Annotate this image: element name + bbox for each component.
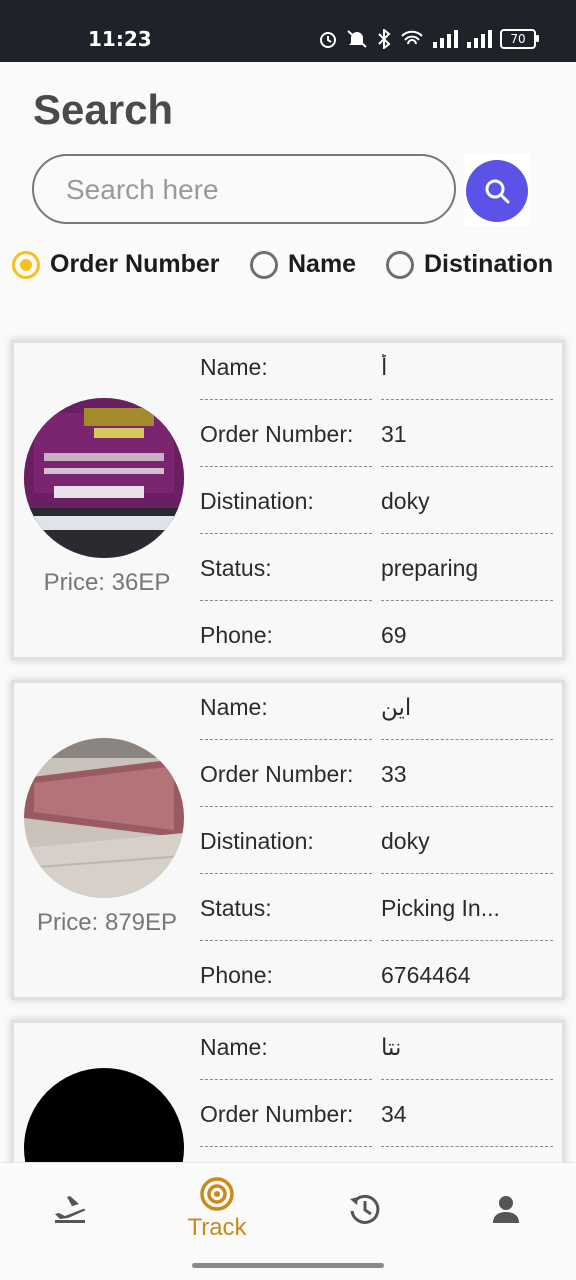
signal-icon xyxy=(433,30,458,48)
nav-item-history[interactable] xyxy=(315,1163,415,1255)
order-details: Name: نتا Order Number: 34 xyxy=(200,1023,558,1157)
plane-icon xyxy=(55,1196,86,1223)
search-input[interactable] xyxy=(64,156,428,224)
nav-item-profile[interactable] xyxy=(456,1163,556,1255)
detail-value: نتا xyxy=(381,1034,402,1060)
order-photo xyxy=(24,738,184,898)
battery-level: 70 xyxy=(510,32,526,46)
detail-row-phone: Phone: 6764464 xyxy=(200,951,558,1018)
filter-name[interactable]: Name xyxy=(250,250,356,279)
track-icon xyxy=(200,1177,234,1211)
detail-value: 33 xyxy=(381,761,407,787)
order-image xyxy=(24,738,184,898)
detail-value: doky xyxy=(381,488,430,514)
history-icon xyxy=(350,1194,380,1224)
order-price: Price: 36EP xyxy=(43,569,171,596)
detail-label: Distination: xyxy=(200,488,314,514)
search-button-wrapper xyxy=(464,154,530,226)
detail-value: preparing xyxy=(381,555,479,581)
detail-label: Name: xyxy=(200,694,268,720)
alarm-icon xyxy=(320,32,336,48)
detail-row-name: Name: اين xyxy=(200,683,558,750)
search-box[interactable] xyxy=(32,154,456,224)
order-card[interactable]: Price: 36EP Name: أ Order Number: 31 Disti… xyxy=(11,340,565,660)
search-button[interactable] xyxy=(466,160,528,222)
filter-distination[interactable]: Distination xyxy=(386,250,553,279)
nav-item-flights[interactable] xyxy=(20,1163,120,1255)
detail-value: Picking In... xyxy=(381,895,500,921)
filter-label: Order Number xyxy=(50,250,220,278)
detail-label: Order Number: xyxy=(200,421,354,447)
detail-row-name: Name: نتا xyxy=(200,1023,558,1090)
detail-value: أ xyxy=(381,354,388,380)
detail-value: 31 xyxy=(381,421,407,447)
order-details: Name: اين Order Number: 33 Distination: dok… xyxy=(200,683,558,1018)
order-card[interactable]: Name: نتا Order Number: 34 xyxy=(11,1020,565,1162)
signal-icon-2 xyxy=(467,30,492,48)
detail-label: Status: xyxy=(200,895,272,921)
detail-row-distination: Distination: doky xyxy=(200,817,558,884)
search-icon xyxy=(485,179,510,204)
detail-label: Order Number: xyxy=(200,1101,354,1127)
detail-value: 6764464 xyxy=(381,962,471,988)
filter-label: Distination xyxy=(424,250,554,278)
detail-value: doky xyxy=(381,828,430,854)
battery-indicator: 70 xyxy=(500,29,539,49)
detail-label: Order Number: xyxy=(200,761,354,787)
radio-button-checked[interactable] xyxy=(12,250,40,279)
status-time: 11:23 xyxy=(88,27,152,51)
page-title: Search xyxy=(33,86,174,133)
order-photo xyxy=(24,398,184,558)
detail-value: 34 xyxy=(381,1101,407,1127)
filter-label: Name xyxy=(288,250,357,278)
wifi-icon xyxy=(401,30,423,45)
detail-label: Name: xyxy=(200,354,268,380)
detail-row-status: Status: Picking In... xyxy=(200,884,558,951)
nav-item-track[interactable]: Track xyxy=(167,1163,267,1255)
order-photo xyxy=(24,1068,184,1162)
mute-icon xyxy=(347,30,367,48)
orders-list[interactable]: Price: 36EP Name: أ Order Number: 31 Disti… xyxy=(0,330,576,1162)
detail-label: Distination: xyxy=(200,828,314,854)
detail-row-phone: Phone: 69 xyxy=(200,611,558,678)
detail-row-name: Name: أ xyxy=(200,343,558,410)
detail-value: اين xyxy=(381,694,412,720)
detail-row-order-number: Order Number: 34 xyxy=(200,1090,558,1157)
detail-label: Status: xyxy=(200,555,272,581)
detail-label: Phone: xyxy=(200,962,273,988)
home-indicator[interactable] xyxy=(192,1263,384,1268)
detail-row-status: Status: preparing xyxy=(200,544,558,611)
detail-row-distination: Distination: doky xyxy=(200,477,558,544)
filter-order-number[interactable]: Order Number xyxy=(12,250,219,279)
bottom-navigation: Track xyxy=(0,1162,576,1255)
detail-row-order-number: Order Number: 33 xyxy=(200,750,558,817)
search-filter-group: Order Number Name Distination xyxy=(12,250,572,290)
radio-button[interactable] xyxy=(386,250,414,279)
bluetooth-icon xyxy=(378,29,391,49)
system-icons: 70 xyxy=(318,28,539,50)
nav-label-track: Track xyxy=(187,1214,247,1241)
person-icon xyxy=(493,1196,519,1223)
detail-row-order-number: Order Number: 31 xyxy=(200,410,558,477)
order-image xyxy=(24,398,184,558)
radio-button[interactable] xyxy=(250,250,278,279)
status-bar: 11:23 70 xyxy=(0,0,576,62)
order-price: Price: 879EP xyxy=(36,909,178,936)
order-details: Name: أ Order Number: 31 Distination: doky … xyxy=(200,343,558,678)
order-card[interactable]: Price: 879EP Name: اين Order Number: 33 Di… xyxy=(11,680,565,1000)
detail-label: Name: xyxy=(200,1034,268,1060)
detail-value: 69 xyxy=(381,622,407,648)
detail-label: Phone: xyxy=(200,622,273,648)
